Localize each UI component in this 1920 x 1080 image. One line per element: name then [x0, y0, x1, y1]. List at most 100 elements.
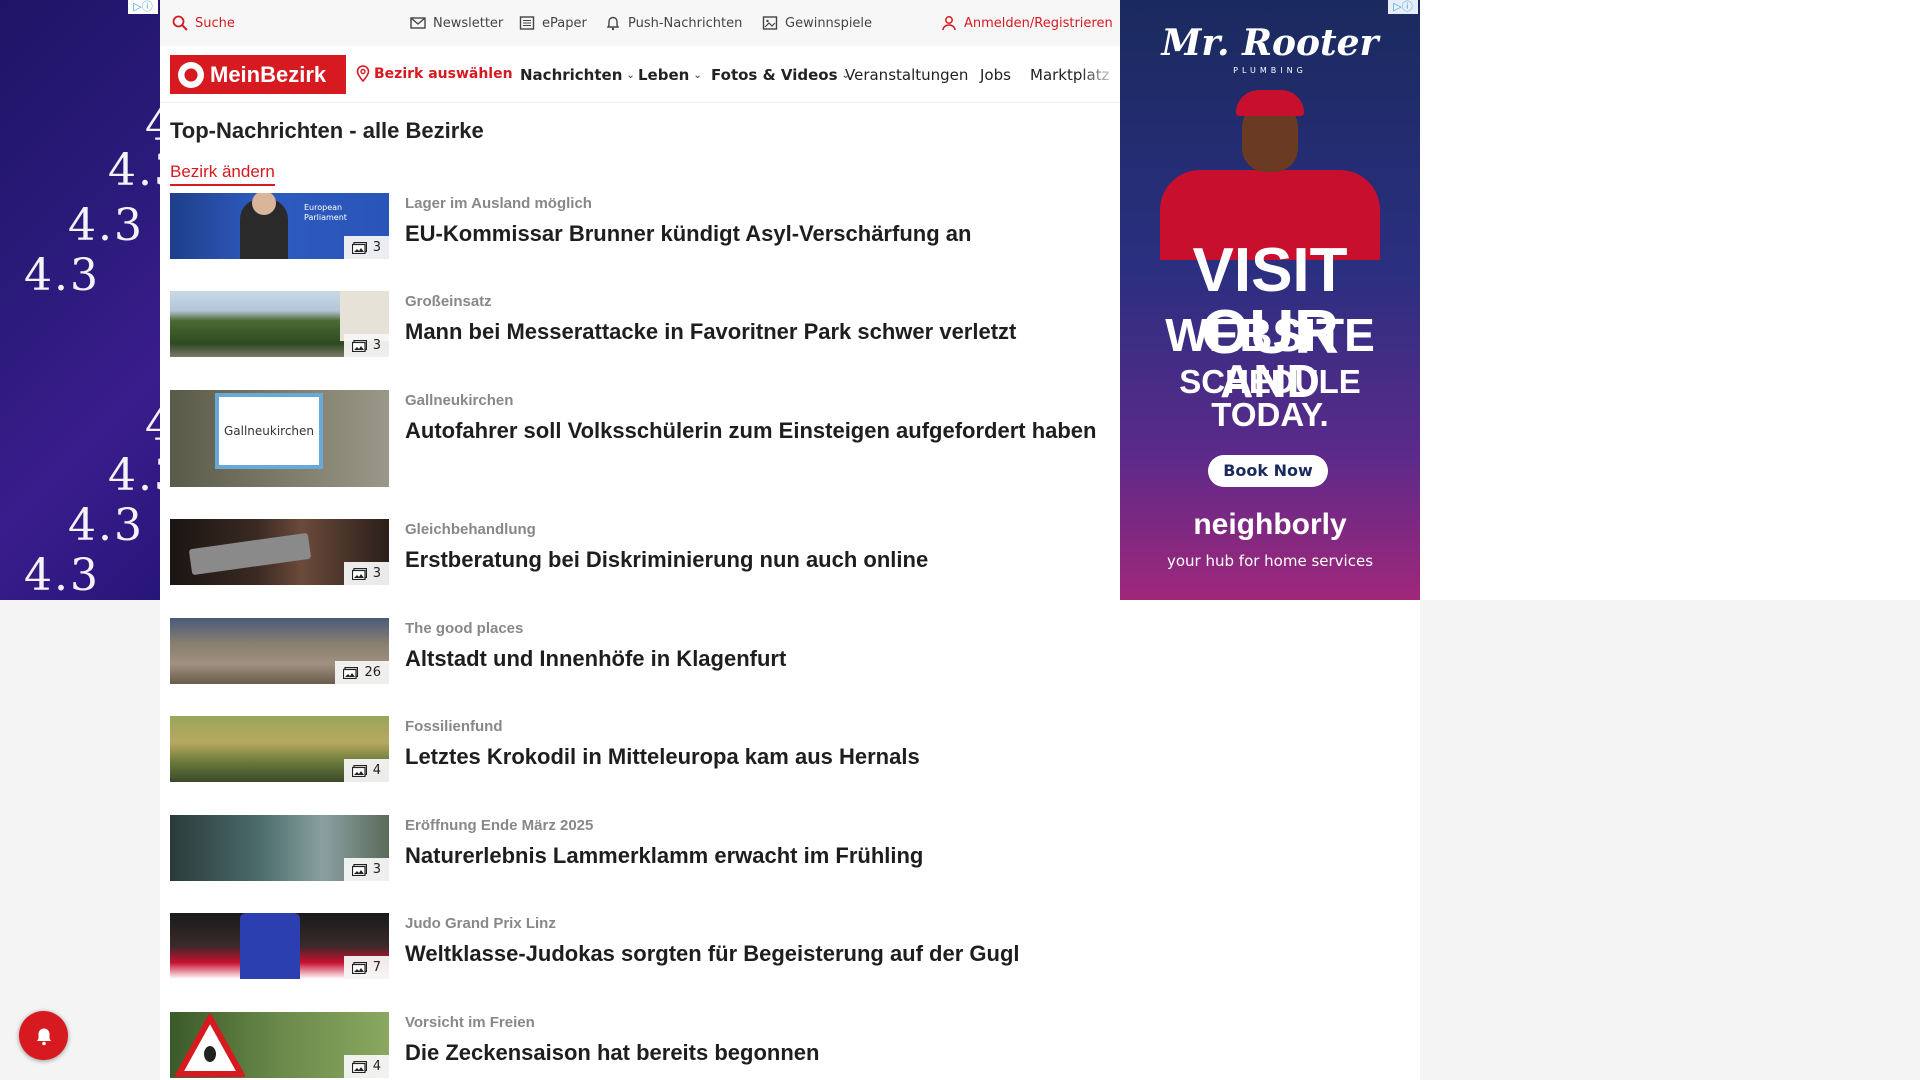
ad-graphic: 4.3: [68, 200, 144, 251]
article-kicker: Gleichbehandlung: [405, 521, 536, 538]
ad-person: [1236, 90, 1304, 116]
page-title: Top-Nachrichten - alle Bezirke: [170, 118, 484, 143]
page-background: [1420, 0, 1920, 600]
article-item[interactable]: 4 Vorsicht im Freien Die Zeckensaison ha…: [170, 1012, 1100, 1080]
image-count: 3: [343, 562, 389, 585]
article-thumbnail[interactable]: 4: [170, 716, 389, 782]
right-banner-ad[interactable]: ▷ⓘ Mr. Rooter PLUMBING VISIT OUR WEBSITE…: [1120, 0, 1420, 600]
image-count: 26: [335, 661, 389, 684]
book-now-button[interactable]: Book Now: [1208, 455, 1328, 487]
article-headline[interactable]: Erstberatung bei Diskriminierung nun auc…: [405, 545, 1105, 574]
article-headline[interactable]: Die Zeckensaison hat bereits begonnen: [405, 1038, 1105, 1067]
search-icon: [172, 15, 188, 31]
article-item[interactable]: 3 Gleichbehandlung Erstberatung bei Disk…: [170, 519, 1100, 587]
ad-brand-sub: PLUMBING: [1233, 66, 1307, 75]
gallery-icon: [351, 339, 367, 352]
article-kicker: Lager im Ausland möglich: [405, 195, 592, 212]
page-background: [1420, 600, 1920, 1080]
nav-label: Veranstaltungen: [845, 66, 969, 84]
warning-sign-icon: [175, 1014, 245, 1077]
gallery-icon: [351, 764, 367, 777]
chevron-down-icon: ⌄: [693, 69, 702, 81]
nav-fade: [1080, 46, 1120, 102]
article-thumbnail[interactable]: 3: [170, 291, 389, 357]
ad-graphic: 4.3: [24, 250, 100, 301]
nav-veranstaltungen[interactable]: Veranstaltungen: [845, 66, 968, 84]
article-thumbnail[interactable]: 7: [170, 913, 389, 979]
gallery-icon: [351, 241, 367, 254]
notification-bell-button[interactable]: [19, 1011, 68, 1060]
article-thumbnail[interactable]: Gallneukirchen: [170, 390, 389, 487]
article-kicker: The good places: [405, 620, 524, 637]
search-link[interactable]: Suche: [172, 15, 235, 31]
image-count: 3: [343, 334, 389, 357]
push-label: Push-Nachrichten: [628, 15, 743, 31]
nav-fotos-videos[interactable]: Fotos & Videos ⌄: [711, 66, 850, 84]
article-headline[interactable]: Letztes Krokodil in Mitteleuropa kam aus…: [405, 742, 1105, 771]
image-count-value: 26: [364, 665, 381, 680]
login-label: Anmelden/Registrieren: [964, 15, 1113, 31]
article-headline[interactable]: Autofahrer soll Volksschülerin zum Einst…: [405, 416, 1105, 445]
utility-bar: Suche Newsletter ePaper Push-Nachrichten…: [160, 0, 1120, 46]
nav-jobs[interactable]: Jobs: [980, 66, 1011, 84]
image-count-value: 4: [372, 763, 381, 778]
article-thumbnail[interactable]: European Parliament 3: [170, 193, 389, 259]
article-item[interactable]: 4 Fossilienfund Letztes Krokodil in Mitt…: [170, 716, 1100, 784]
newsletter-link[interactable]: Newsletter: [410, 15, 503, 31]
article-kicker: Großeinsatz: [405, 293, 492, 310]
article-thumbnail[interactable]: 4: [170, 1012, 389, 1078]
article-headline[interactable]: Naturerlebnis Lammerklamm erwacht im Frü…: [405, 841, 1105, 870]
gallery-icon: [343, 666, 359, 679]
left-skin-ad[interactable]: ▷ⓘ 4.3 4.3 4.3 4.3 4.3 4.3 4.3 4.3: [0, 0, 160, 600]
chevron-down-icon: ⌄: [626, 69, 635, 81]
newspaper-icon: [519, 16, 535, 30]
gallery-icon: [351, 1060, 367, 1073]
gewinnspiele-link[interactable]: Gewinnspiele: [762, 15, 872, 31]
logo-text: MeinBezirk: [210, 61, 327, 87]
adchoices-icon[interactable]: ▷ⓘ: [1388, 0, 1418, 14]
gewinnspiele-label: Gewinnspiele: [785, 15, 873, 31]
ad-brand-logo: Mr. Rooter: [1161, 22, 1379, 64]
bell-icon: [606, 16, 620, 31]
image-count: 4: [343, 759, 389, 782]
article-headline[interactable]: Weltklasse-Judokas sorgten für Begeister…: [405, 939, 1105, 968]
ad-headline: SCHEDULE TODAY.: [1179, 363, 1361, 433]
article-item[interactable]: 26 The good places Altstadt und Innenhöf…: [170, 618, 1100, 686]
change-bezirk-link[interactable]: Bezirk ändern: [170, 162, 275, 186]
location-pin-icon: [356, 65, 370, 82]
adchoices-icon[interactable]: ▷ⓘ: [128, 0, 158, 14]
gallery-icon: [351, 863, 367, 876]
search-label: Suche: [195, 15, 235, 31]
article-thumbnail[interactable]: 26: [170, 618, 389, 684]
gallery-icon: [351, 567, 367, 580]
nav-nachrichten[interactable]: Nachrichten ⌄: [520, 66, 635, 84]
meinbezirk-logo[interactable]: MeinBezirk: [170, 55, 346, 94]
article-item[interactable]: 3 Großeinsatz Mann bei Messerattacke in …: [170, 291, 1100, 359]
nav-leben[interactable]: Leben ⌄: [638, 66, 702, 84]
nav-label: Jobs: [980, 66, 1011, 84]
newsletter-label: Newsletter: [433, 15, 504, 31]
bezirk-label: Bezirk auswählen: [374, 65, 513, 82]
ad-graphic: 4.3: [145, 400, 160, 451]
article-item[interactable]: Gallneukirchen Gallneukirchen Autofahrer…: [170, 390, 1100, 488]
image-count-value: 3: [372, 338, 381, 353]
article-thumbnail[interactable]: 3: [170, 519, 389, 585]
article-item[interactable]: 7 Judo Grand Prix Linz Weltklasse-Judoka…: [170, 913, 1100, 981]
article-headline[interactable]: EU-Kommissar Brunner kündigt Asyl-Versch…: [405, 219, 1105, 248]
ad-graphic: 4.3: [68, 500, 144, 551]
ad-tagline: your hub for home services: [1166, 552, 1374, 570]
image-count-value: 3: [372, 240, 381, 255]
article-headline[interactable]: Mann bei Messerattacke in Favoritner Par…: [405, 317, 1105, 346]
article-headline[interactable]: Altstadt und Innenhöfe in Klagenfurt: [405, 644, 1105, 673]
gallery-icon: [351, 961, 367, 974]
article-item[interactable]: European Parliament 3 Lager im Ausland m…: [170, 193, 1100, 261]
epaper-link[interactable]: ePaper: [519, 15, 587, 31]
mail-icon: [410, 17, 426, 29]
login-link[interactable]: Anmelden/Registrieren: [941, 15, 1113, 31]
article-item[interactable]: 3 Eröffnung Ende März 2025 Naturerlebnis…: [170, 815, 1100, 883]
push-link[interactable]: Push-Nachrichten: [605, 15, 742, 31]
image-count-value: 4: [372, 1059, 381, 1074]
page-background: [0, 600, 160, 1080]
article-thumbnail[interactable]: 3: [170, 815, 389, 881]
bezirk-select[interactable]: Bezirk auswählen: [356, 65, 513, 82]
